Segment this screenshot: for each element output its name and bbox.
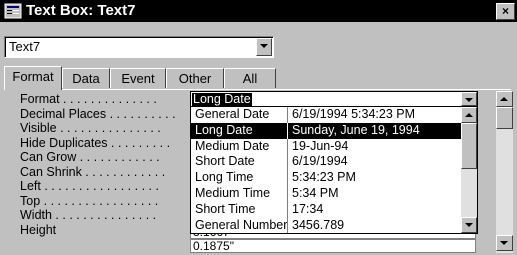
tab-all[interactable]: All — [224, 68, 276, 88]
format-value-field[interactable]: Long Date — [190, 91, 478, 107]
property-label-can-shrink[interactable]: Can Shrink . . . . . . . . . . . . — [20, 165, 190, 180]
window-title: Text Box: Text7 — [26, 2, 136, 19]
property-label-can-grow[interactable]: Can Grow . . . . . . . . . . . . — [20, 150, 190, 165]
property-label-width[interactable]: Width . . . . . . . . . . . . . . . — [20, 208, 190, 223]
scroll-thumb[interactable] — [461, 123, 477, 169]
chevron-down-icon[interactable] — [256, 38, 272, 56]
scroll-down-icon[interactable] — [496, 235, 513, 251]
format-option[interactable]: Short Date 6/19/1994 — [191, 154, 477, 171]
property-label-left[interactable]: Left . . . . . . . . . . . . . . . . . — [20, 179, 190, 194]
object-selector[interactable]: Text7 — [4, 36, 274, 58]
object-selector-value: Text7 — [9, 39, 41, 54]
property-label-top[interactable]: Top . . . . . . . . . . . . . . . . . — [20, 194, 190, 209]
tab-divider — [4, 89, 511, 90]
tab-other[interactable]: Other — [166, 68, 224, 88]
scroll-up-icon[interactable] — [496, 91, 513, 107]
format-value-text: Long Date — [192, 92, 252, 106]
format-option-selected[interactable]: Long Date Sunday, June 19, 1994 — [191, 122, 477, 139]
property-label-format[interactable]: Format . . . . . . . . . . . . . . — [20, 92, 190, 107]
title-bar[interactable]: Text Box: Text7 × — [0, 0, 517, 22]
scroll-thumb[interactable] — [496, 107, 513, 129]
property-label-visible[interactable]: Visible . . . . . . . . . . . . . . . — [20, 121, 190, 136]
format-dropdown-button[interactable] — [461, 92, 477, 106]
properties-window: Text Box: Text7 × Text7 Format Data Even… — [0, 0, 517, 255]
format-option[interactable]: General Number 3456.789 — [191, 217, 477, 233]
close-button[interactable]: × — [496, 3, 515, 20]
property-label-decimal-places[interactable]: Decimal Places . . . . . . . . . . — [20, 107, 190, 122]
format-option[interactable]: Medium Date 19-Jun-94 — [191, 138, 477, 155]
property-label-height[interactable]: Height — [20, 223, 190, 238]
property-scrollbar[interactable] — [496, 91, 513, 253]
tab-event[interactable]: Event — [110, 68, 166, 88]
tab-format[interactable]: Format — [4, 66, 62, 90]
scroll-down-icon[interactable] — [461, 217, 477, 233]
height-value-field[interactable]: 0.1875" — [190, 239, 476, 253]
format-option[interactable]: Long Time 5:34:23 PM — [191, 170, 477, 186]
properties-sheet-icon — [4, 3, 22, 19]
close-icon: × — [501, 4, 509, 18]
tab-data[interactable]: Data — [62, 68, 110, 88]
format-option[interactable]: Short Time 17:34 — [191, 201, 477, 218]
scroll-up-icon[interactable] — [461, 107, 477, 123]
property-label-hide-duplicates[interactable]: Hide Duplicates . . . . . . . . . — [20, 136, 190, 151]
format-dropdown-list: General Date 6/19/1994 5:34:23 PM Long Da… — [190, 106, 478, 234]
format-option[interactable]: Medium Time 5:34 PM — [191, 185, 477, 202]
dropdown-scrollbar[interactable] — [461, 107, 477, 233]
property-list: Format . . . . . . . . . . . . . . Decim… — [20, 92, 190, 237]
format-option[interactable]: General Date 6/19/1994 5:34:23 PM — [191, 107, 477, 123]
